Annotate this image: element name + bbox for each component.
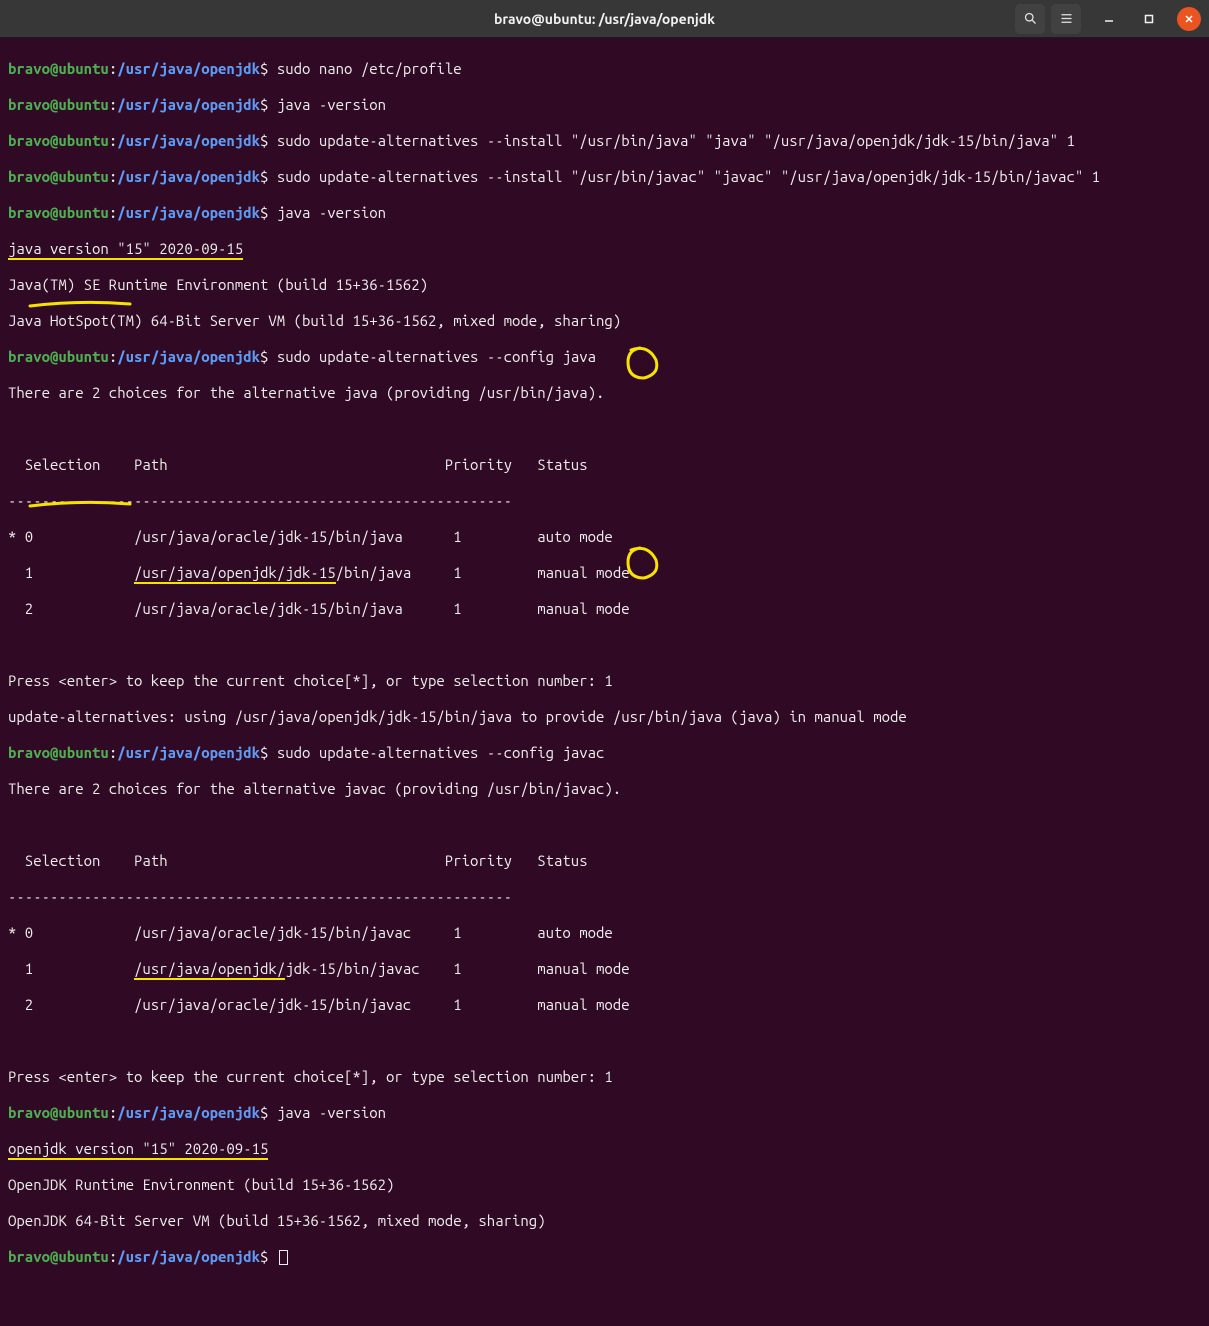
terminal-output[interactable]: bravo@ubuntu:/usr/java/openjdk$ sudo nan…	[0, 38, 1209, 1326]
prompt-user: bravo@ubuntu	[8, 60, 109, 77]
alt-java-row-2: 2 /usr/java/oracle/jdk-15/bin/java 1 man…	[8, 600, 1201, 618]
alt-java-row-0: * 0 /usr/java/oracle/jdk-15/bin/java 1 a…	[8, 528, 1201, 546]
titlebar: bravo@ubuntu: /usr/java/openjdk	[0, 0, 1209, 38]
alt-javac-row-0: * 0 /usr/java/oracle/jdk-15/bin/javac 1 …	[8, 924, 1201, 942]
openjdk-version-output: openjdk version "15" 2020-09-15	[8, 1140, 268, 1160]
minimize-button[interactable]	[1097, 7, 1121, 31]
command-text: sudo nano /etc/profile	[277, 60, 462, 77]
terminal-cursor	[279, 1250, 288, 1265]
search-button[interactable]	[1015, 4, 1045, 34]
alt-javac-row-1: 1 /usr/java/openjdk/jdk-15/bin/javac 1 m…	[8, 960, 1201, 978]
java-version-output: java version "15" 2020-09-15	[8, 240, 243, 260]
alt-java-row-1: 1 /usr/java/openjdk/jdk-15/bin/java 1 ma…	[8, 564, 1201, 582]
prompt-path: /usr/java/openjdk	[117, 60, 260, 77]
close-button[interactable]	[1177, 7, 1201, 31]
hamburger-menu-button[interactable]	[1051, 4, 1081, 34]
selection-prompt-2: Press <enter> to keep the current choice…	[8, 1068, 1201, 1086]
selection-prompt: Press <enter> to keep the current choice…	[8, 672, 1201, 690]
maximize-button[interactable]	[1137, 7, 1161, 31]
alt-table-header: Selection Path Priority Status	[8, 456, 1201, 474]
alt-javac-row-2: 2 /usr/java/oracle/jdk-15/bin/javac 1 ma…	[8, 996, 1201, 1014]
